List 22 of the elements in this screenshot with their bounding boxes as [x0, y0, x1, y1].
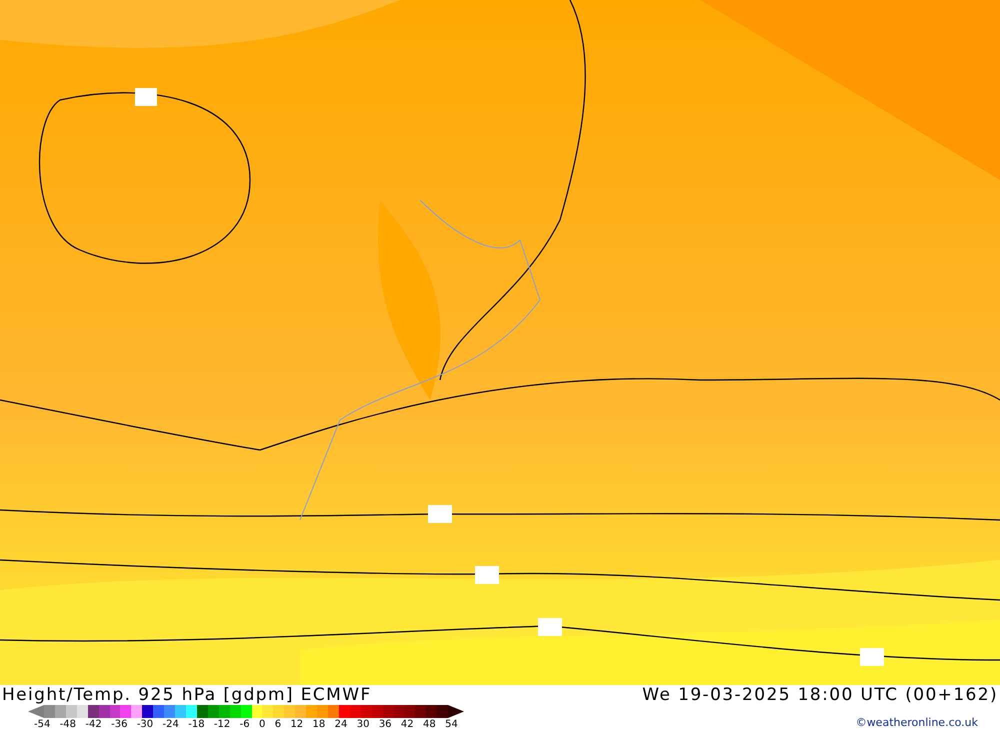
scale-label: -48 — [60, 719, 76, 731]
scale-label: 0 — [258, 719, 266, 731]
scale-label: 30 — [356, 719, 370, 731]
scale-label: -36 — [111, 719, 128, 731]
scale-label: 12 — [290, 719, 304, 731]
chart-title: Height/Temp. 925 hPa [gdpm] ECMWF — [2, 685, 372, 705]
scale-label: 24 — [334, 719, 348, 731]
scale-label: 42 — [400, 719, 414, 731]
scale-label: -18 — [188, 719, 205, 731]
scale-label: 6 — [274, 719, 282, 731]
scale-label: 36 — [378, 719, 392, 731]
scale-label: -54 — [34, 719, 50, 731]
scale-label: -30 — [136, 719, 154, 731]
scale-label: -24 — [162, 719, 179, 731]
copyright-link[interactable]: ©weatheronline.co.uk — [856, 716, 978, 730]
scale-label: 18 — [312, 719, 326, 731]
valid-time: We 19-03-2025 18:00 UTC (00+162) — [642, 685, 998, 705]
scale-label: 54 — [445, 719, 458, 731]
scale-label: -6 — [240, 719, 250, 731]
scale-label: -42 — [85, 719, 102, 731]
scale-label: -12 — [214, 719, 230, 731]
scale-label: 48 — [423, 719, 436, 731]
